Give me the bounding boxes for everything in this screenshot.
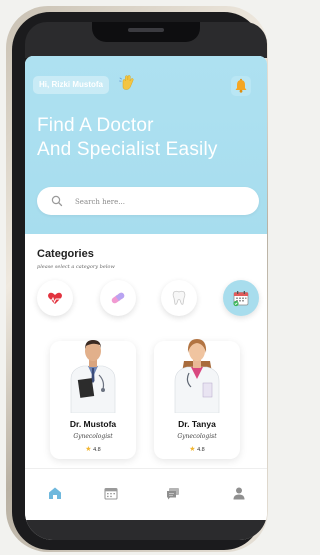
hero-header: Hi, Rizki Mustofa Find A Doctor And Spec… bbox=[25, 56, 267, 234]
doctor-photo bbox=[174, 339, 220, 413]
doctor-rating: ★ 4.8 bbox=[154, 445, 240, 453]
doctor-rating: ★ 4.8 bbox=[50, 445, 136, 453]
rating-value: 4.8 bbox=[197, 447, 205, 453]
rating-value: 4.8 bbox=[93, 447, 101, 453]
search-input[interactable] bbox=[73, 193, 253, 211]
categories-subtitle: please select a category below bbox=[37, 264, 115, 270]
star-icon: ★ bbox=[85, 446, 92, 453]
title-line-2: And Specialist Easily bbox=[37, 139, 218, 160]
search-icon bbox=[51, 195, 63, 207]
waving-hand-icon bbox=[119, 75, 134, 90]
doctor-specialty: Gynecologist bbox=[73, 433, 113, 440]
bottom-bezel bbox=[25, 520, 267, 540]
app-screen: Hi, Rizki Mustofa Find A Doctor And Spec… bbox=[25, 56, 267, 540]
category-cardiology[interactable] bbox=[37, 280, 73, 316]
search-bar[interactable] bbox=[37, 187, 259, 215]
category-appointment[interactable] bbox=[223, 280, 259, 316]
pill-icon bbox=[111, 292, 125, 304]
category-dentist[interactable] bbox=[161, 280, 197, 316]
star-icon: ★ bbox=[189, 446, 196, 453]
categories-title: Categories bbox=[37, 248, 94, 260]
profile-icon[interactable] bbox=[231, 485, 247, 501]
tooth-icon bbox=[172, 290, 186, 305]
bottom-navigation bbox=[25, 468, 267, 521]
doctor-name: Dr. Mustofa bbox=[69, 419, 117, 429]
bell-icon bbox=[235, 78, 247, 93]
chat-icon[interactable] bbox=[165, 485, 181, 501]
home-icon[interactable] bbox=[47, 485, 63, 501]
calendar-icon[interactable] bbox=[103, 485, 119, 501]
notch bbox=[92, 22, 200, 42]
greeting-label: Hi, Rizki Mustofa bbox=[33, 76, 110, 94]
category-pharmacy[interactable] bbox=[100, 280, 136, 316]
doctor-photo bbox=[70, 340, 116, 413]
doctor-specialty: Gynecologist bbox=[177, 433, 217, 440]
doctor-name: Dr. Tanya bbox=[178, 419, 216, 429]
speaker bbox=[128, 28, 164, 32]
page-title: Find A Doctor And Specialist Easily bbox=[37, 114, 265, 162]
title-line-1: Find A Doctor bbox=[37, 115, 154, 136]
doctor-card[interactable]: Dr. Mustofa Gynecologist ★ 4.8 bbox=[50, 340, 136, 459]
heart-icon bbox=[48, 292, 62, 304]
calendar-icon bbox=[233, 291, 249, 307]
notification-button[interactable] bbox=[231, 76, 251, 96]
doctor-card[interactable]: Dr. Tanya Gynecologist ★ 4.8 bbox=[154, 339, 240, 459]
